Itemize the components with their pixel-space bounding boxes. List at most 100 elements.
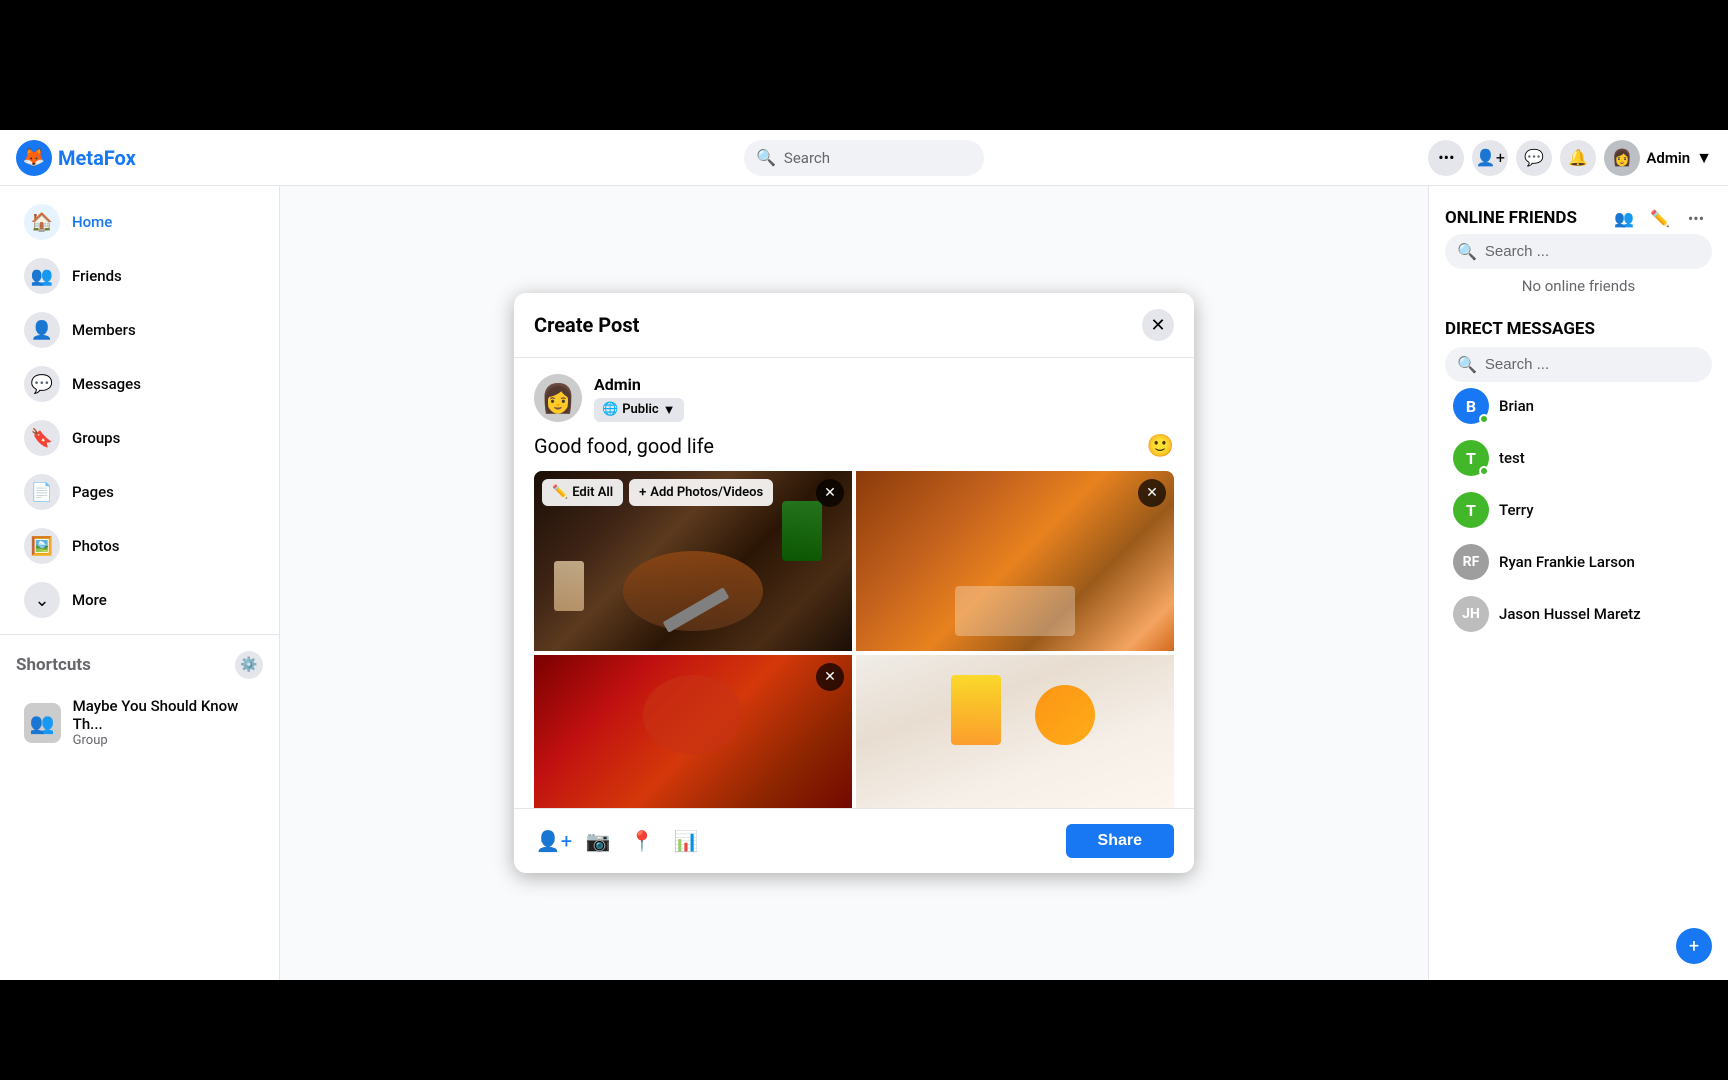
online-friends-search[interactable]: 🔍 xyxy=(1445,234,1712,269)
add-photos-button[interactable]: + Add Photos/Videos xyxy=(629,479,773,506)
dm-name-brian: Brian xyxy=(1499,397,1534,415)
tag-people-button[interactable]: 👤+ xyxy=(534,821,574,861)
dm-avatar-terry: T xyxy=(1453,492,1489,528)
dm-item-jason[interactable]: JH Jason Hussel Maretz xyxy=(1445,590,1712,638)
remove-icon-2: ✕ xyxy=(1146,485,1158,501)
location-icon: 📍 xyxy=(630,829,655,853)
dm-item-brian[interactable]: B Brian xyxy=(1445,382,1712,430)
more-sidebar-icon: ⌄ xyxy=(24,582,60,618)
navbar-search[interactable]: 🔍 Search xyxy=(744,140,984,176)
dm-name-ryan: Ryan Frankie Larson xyxy=(1499,553,1635,571)
post-username: Admin xyxy=(594,375,684,394)
sidebar-item-friends[interactable]: 👥 Friends xyxy=(8,250,271,302)
chevron-down-privacy-icon: ▼ xyxy=(663,402,676,418)
modal-title: Create Post xyxy=(534,313,639,337)
more-friends-icon: ••• xyxy=(1688,209,1704,228)
navbar-search-placeholder: Search xyxy=(784,149,830,167)
photo-grid: ✏️ Edit All + Add Photos/Videos xyxy=(534,471,1174,808)
post-privacy-button[interactable]: 🌐 Public ▼ xyxy=(594,398,684,422)
more-button[interactable]: ••• xyxy=(1428,140,1464,176)
online-indicator-brian xyxy=(1479,414,1489,424)
post-user-avatar: 👩 xyxy=(534,374,582,422)
dm-item-ryan[interactable]: RF Ryan Frankie Larson xyxy=(1445,538,1712,586)
sidebar-item-members[interactable]: 👤 Members xyxy=(8,304,271,356)
create-post-modal: Create Post ✕ 👩 Admin xyxy=(514,293,1194,873)
sidebar-item-more[interactable]: ⌄ More xyxy=(8,574,271,626)
sidebar-divider xyxy=(0,634,279,635)
post-text-area: Good food, good life 🙂 xyxy=(534,434,1174,459)
online-friends-search-input[interactable] xyxy=(1485,243,1700,260)
edit-all-button[interactable]: ✏️ Edit All xyxy=(542,479,623,506)
photo-remove-2-button[interactable]: ✕ xyxy=(1138,479,1166,507)
dm-item-terry[interactable]: T Terry xyxy=(1445,486,1712,534)
video-icon: 👥 xyxy=(1614,209,1634,228)
online-friends-actions: 👥 ✏️ ••• xyxy=(1608,202,1712,234)
dm-avatar-test: T xyxy=(1453,440,1489,476)
sidebar-item-photos[interactable]: 🖼️ Photos xyxy=(8,520,271,572)
search-dm-icon: 🔍 xyxy=(1457,355,1477,374)
members-icon: 👤 xyxy=(24,312,60,348)
photo-item-2: ✕ xyxy=(856,471,1174,651)
sidebar-item-groups[interactable]: 🔖 Groups xyxy=(8,412,271,464)
modal-footer: 👤+ 📷 📍 📊 Share xyxy=(514,808,1194,873)
post-text[interactable]: Good food, good life xyxy=(534,434,1147,458)
main-layout: 🏠 Home 👥 Friends 👤 Members 💬 Messages 🔖 … xyxy=(0,186,1728,980)
shortcuts-gear-button[interactable]: ⚙️ xyxy=(235,651,263,679)
chart-icon: 📊 xyxy=(674,829,699,853)
no-online-friends-text: No online friends xyxy=(1445,269,1712,303)
pages-icon: 📄 xyxy=(24,474,60,510)
add-friend-nav-button[interactable]: 👤+ xyxy=(1472,140,1508,176)
shortcuts-header: Shortcuts ⚙️ xyxy=(0,643,279,687)
modal-body: 👩 Admin 🌐 Public ▼ xyxy=(514,358,1194,808)
emoji-button[interactable]: 🙂 xyxy=(1147,434,1174,459)
modal-close-button[interactable]: ✕ xyxy=(1142,309,1174,341)
notifications-button[interactable]: 🔔 xyxy=(1560,140,1596,176)
dm-search-input[interactable] xyxy=(1485,356,1700,373)
sidebar-item-home[interactable]: 🏠 Home xyxy=(8,196,271,248)
photo-video-button[interactable]: 📷 xyxy=(578,821,618,861)
chat-icon: 💬 xyxy=(1524,148,1544,167)
shortcut-avatar: 👥 xyxy=(24,703,61,743)
dm-section-title: DIRECT MESSAGES xyxy=(1445,319,1595,339)
sidebar-label-groups: Groups xyxy=(72,429,120,447)
photo-remove-3-button[interactable]: ✕ xyxy=(816,663,844,691)
friends-video-button[interactable]: 👥 xyxy=(1608,202,1640,234)
shortcut-item-group[interactable]: 👥 Maybe You Should Know Th... Group xyxy=(8,689,271,756)
dm-name-jason: Jason Hussel Maretz xyxy=(1499,605,1641,623)
photo-item-4 xyxy=(856,655,1174,808)
dm-search[interactable]: 🔍 xyxy=(1445,347,1712,382)
left-sidebar: 🏠 Home 👥 Friends 👤 Members 💬 Messages 🔖 … xyxy=(0,186,280,980)
post-user-info: Admin 🌐 Public ▼ xyxy=(594,375,684,422)
more-icon: ••• xyxy=(1438,148,1454,167)
right-sidebar: ONLINE FRIENDS 👥 ✏️ ••• 🔍 xyxy=(1428,186,1728,980)
friends-more-button[interactable]: ••• xyxy=(1680,202,1712,234)
search-icon: 🔍 xyxy=(756,148,776,167)
photo-remove-1-button[interactable]: ✕ xyxy=(816,479,844,507)
remove-icon: ✕ xyxy=(824,485,836,501)
globe-icon: 🌐 xyxy=(602,402,618,417)
dm-item-terry-left: T Terry xyxy=(1453,492,1534,528)
add-icon: + xyxy=(1689,936,1699,957)
friends-edit-button[interactable]: ✏️ xyxy=(1644,202,1676,234)
modal-header: Create Post ✕ xyxy=(514,293,1194,358)
logo[interactable]: 🦊 MetaFox xyxy=(16,140,136,176)
location-button[interactable]: 📍 xyxy=(622,821,662,861)
chat-button[interactable]: 💬 xyxy=(1516,140,1552,176)
close-icon: ✕ xyxy=(1150,315,1165,336)
sidebar-item-pages[interactable]: 📄 Pages xyxy=(8,466,271,518)
dm-item-test[interactable]: T test xyxy=(1445,434,1712,482)
dm-item-test-left: T test xyxy=(1453,440,1525,476)
sidebar-item-messages[interactable]: 💬 Messages xyxy=(8,358,271,410)
username-label: Admin xyxy=(1646,149,1690,167)
photo-item-3: ✕ xyxy=(534,655,852,808)
tag-people-icon: 👤+ xyxy=(536,829,572,853)
edit-icon: ✏️ xyxy=(552,485,568,500)
user-menu[interactable]: 👩 Admin ▼ xyxy=(1604,140,1712,176)
share-button[interactable]: Share xyxy=(1066,824,1174,858)
bell-icon: 🔔 xyxy=(1568,148,1588,167)
add-contact-floating-button[interactable]: + xyxy=(1676,928,1712,964)
friends-icon: 👥 xyxy=(24,258,60,294)
online-friends-title: ONLINE FRIENDS xyxy=(1445,208,1577,228)
sidebar-label-members: Members xyxy=(72,321,136,339)
chart-button[interactable]: 📊 xyxy=(666,821,706,861)
